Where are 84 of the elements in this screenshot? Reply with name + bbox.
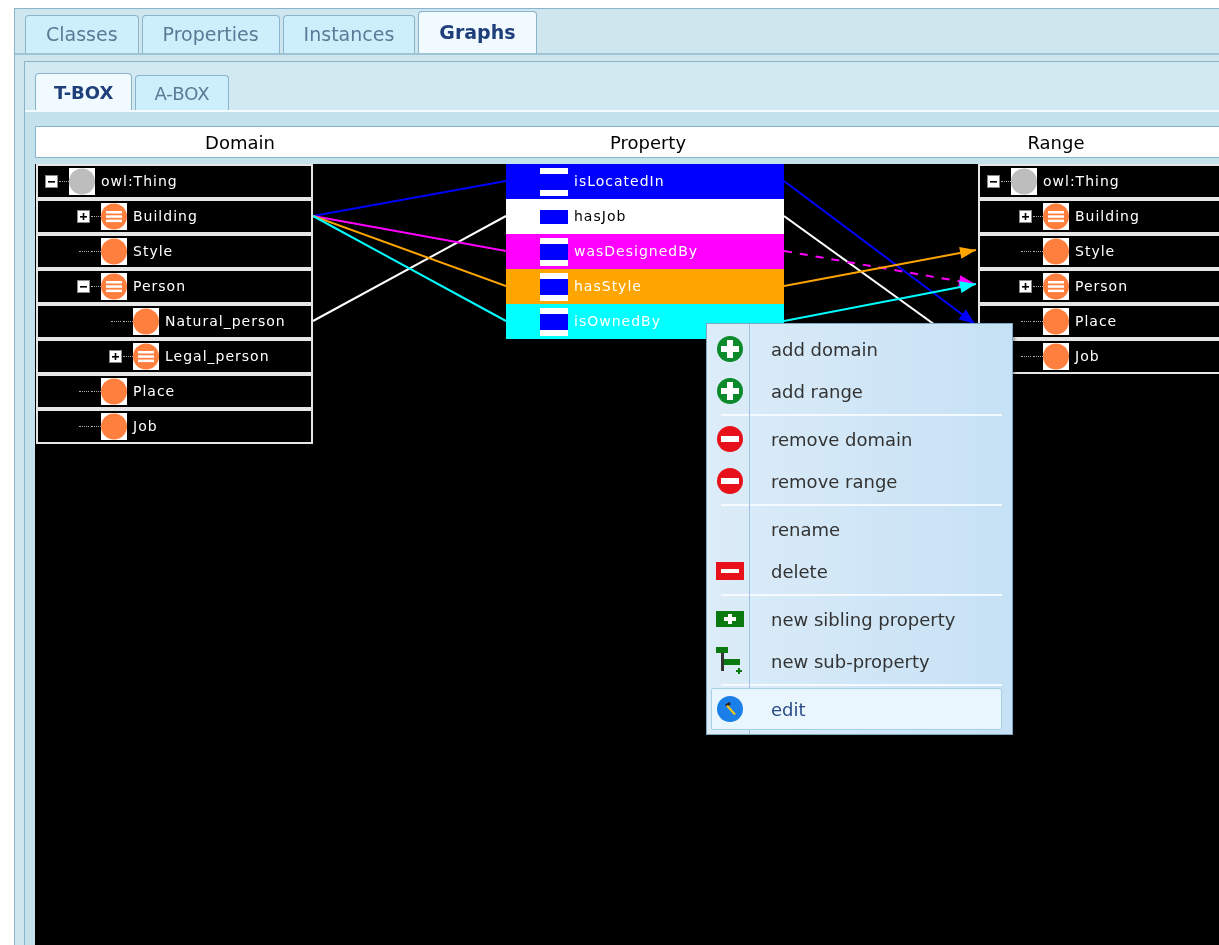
property-group-icon	[540, 167, 568, 196]
tree-row[interactable]: owl:Thing	[36, 164, 313, 199]
tree-row[interactable]: Natural_person	[36, 304, 313, 339]
class-group-icon	[1043, 203, 1069, 230]
class-label: Person	[133, 277, 187, 296]
class-group-icon	[1043, 273, 1069, 300]
tab[interactable]: Graphs	[418, 11, 537, 53]
class-label: Building	[133, 207, 198, 226]
property-group-icon	[540, 272, 568, 301]
tree-row[interactable]: Building	[978, 199, 1219, 234]
class-label: Natural_person	[165, 312, 286, 331]
class-label: Place	[1075, 312, 1118, 331]
class-icon	[1043, 308, 1069, 335]
menu-item[interactable]: delete	[711, 550, 1002, 592]
class-label: Building	[1075, 207, 1140, 226]
column-header: Domain	[205, 130, 275, 155]
class-label: owl:Thing	[101, 172, 178, 191]
tree-row[interactable]: Legal_person	[36, 339, 313, 374]
property-label: isLocatedIn	[574, 172, 665, 191]
class-label: Person	[1075, 277, 1129, 296]
tree-row[interactable]: Style	[36, 234, 313, 269]
class-icon	[101, 413, 127, 440]
tab[interactable]: Properties	[141, 15, 280, 53]
tree-row[interactable]: Place	[36, 374, 313, 409]
tab[interactable]: Classes	[25, 15, 139, 53]
class-icon	[1043, 238, 1069, 265]
expand-icon[interactable]	[1019, 280, 1032, 293]
class-label: Job	[133, 417, 158, 436]
tree-row[interactable]: Job	[36, 409, 313, 444]
add-icon	[716, 335, 744, 363]
add-child-icon	[716, 647, 744, 675]
collapse-icon[interactable]	[45, 175, 58, 188]
class-group-icon	[101, 273, 127, 300]
tree-row[interactable]: Building	[36, 199, 313, 234]
tab[interactable]: Instances	[282, 15, 416, 53]
menu-item[interactable]: new sibling property	[711, 598, 1002, 640]
class-label: Job	[1075, 347, 1100, 366]
class-icon	[133, 308, 159, 335]
collapse-icon[interactable]	[987, 175, 1000, 188]
class-group-icon	[133, 343, 159, 370]
collapse-icon[interactable]	[77, 280, 90, 293]
property-row[interactable]: hasJob	[506, 199, 784, 234]
class-icon	[101, 378, 127, 405]
property-row[interactable]: isLocatedIn	[506, 164, 784, 199]
property-group-icon	[540, 307, 568, 336]
property-group-icon	[540, 237, 568, 266]
class-group-icon	[101, 203, 127, 230]
tree-row[interactable]: Person	[36, 269, 313, 304]
tree-row[interactable]: Place	[978, 304, 1219, 339]
class-label: Style	[133, 242, 174, 261]
property-label: wasDesignedBy	[574, 242, 699, 261]
add-sibling-icon	[716, 611, 744, 627]
tree-row[interactable]: Person	[978, 269, 1219, 304]
property-label: hasJob	[574, 207, 627, 226]
tab[interactable]: A-BOX	[135, 75, 229, 110]
hammer-icon	[716, 695, 744, 723]
column-header: Range	[1027, 130, 1085, 155]
expand-icon[interactable]	[1019, 210, 1032, 223]
menu-item[interactable]: remove domain	[711, 418, 1002, 460]
class-label: owl:Thing	[1043, 172, 1120, 191]
tree-row[interactable]: owl:Thing	[978, 164, 1219, 199]
menu-item[interactable]: rename	[711, 508, 1002, 550]
class-label: Style	[1075, 242, 1116, 261]
menu-item[interactable]: edit	[711, 688, 1002, 730]
delete-icon	[716, 562, 744, 580]
column-header: Property	[609, 130, 687, 155]
expand-icon[interactable]	[77, 210, 90, 223]
add-icon	[716, 377, 744, 405]
root-class-icon	[69, 168, 95, 195]
remove-icon	[716, 425, 744, 453]
root-class-icon	[1011, 168, 1037, 195]
tab[interactable]: T-BOX	[35, 73, 133, 110]
menu-item[interactable]: add range	[711, 370, 1002, 412]
class-icon	[1043, 343, 1069, 370]
class-icon	[101, 238, 127, 265]
property-label: isOwnedBy	[574, 312, 661, 331]
remove-icon	[716, 467, 744, 495]
property-label: hasStyle	[574, 277, 642, 296]
class-label: Legal_person	[165, 347, 270, 366]
expand-icon[interactable]	[109, 350, 122, 363]
tree-row[interactable]: Style	[978, 234, 1219, 269]
menu-item[interactable]: new sub-property	[711, 640, 1002, 682]
menu-item[interactable]: remove range	[711, 460, 1002, 502]
class-label: Place	[133, 382, 176, 401]
